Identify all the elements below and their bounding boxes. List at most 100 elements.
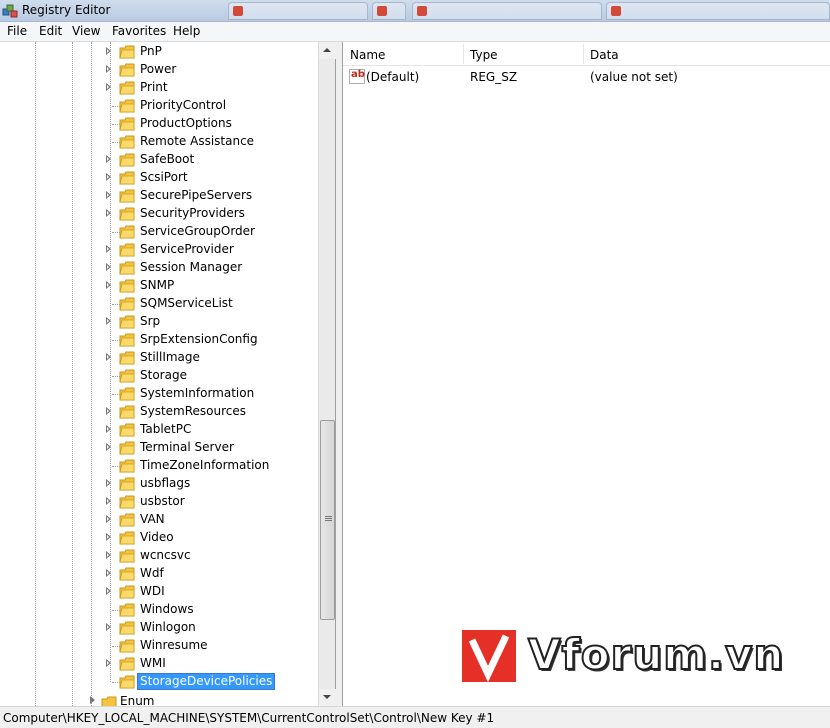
- folder-icon: [119, 81, 135, 95]
- tree-item-label: SNMP: [140, 278, 175, 292]
- tree-item-label: Video: [140, 530, 174, 544]
- tree-item[interactable]: Print: [0, 79, 318, 97]
- tree-item-label: WMI: [140, 656, 166, 670]
- background-tab: [228, 2, 368, 20]
- tree-item-label: StillImage: [140, 350, 200, 364]
- tree-item[interactable]: Terminal Server: [0, 439, 318, 457]
- tree-item[interactable]: ServiceGroupOrder: [0, 223, 318, 241]
- list-row[interactable]: ab (Default) REG_SZ (value not set): [343, 68, 830, 86]
- tree-item[interactable]: SystemResources: [0, 403, 318, 421]
- menu-file[interactable]: File: [7, 24, 27, 38]
- tree-item-label: usbstor: [140, 494, 185, 508]
- tree-item-editing[interactable]: StorageDevicePolicies: [0, 673, 318, 691]
- tree-item[interactable]: usbflags: [0, 475, 318, 493]
- tree-item[interactable]: SQMServiceList: [0, 295, 318, 313]
- expand-arrow-icon[interactable]: [106, 245, 111, 253]
- value-name: (Default): [366, 70, 420, 84]
- tree-item[interactable]: WDI: [0, 583, 318, 601]
- tree-item[interactable]: Power: [0, 61, 318, 79]
- expand-arrow-icon[interactable]: [106, 515, 111, 523]
- expand-arrow-icon[interactable]: [106, 317, 111, 325]
- expand-arrow-icon[interactable]: [106, 173, 111, 181]
- expand-arrow-icon[interactable]: [106, 587, 111, 595]
- tree-item[interactable]: Remote Assistance: [0, 133, 318, 151]
- tree-item-enum[interactable]: Enum: [0, 694, 318, 706]
- values-list[interactable]: Name Type Data ab (Default) REG_SZ (valu…: [342, 42, 830, 706]
- expand-arrow-icon[interactable]: [106, 569, 111, 577]
- tree-item-label: Remote Assistance: [140, 134, 255, 148]
- tree-item[interactable]: SystemInformation: [0, 385, 318, 403]
- expand-arrow-icon[interactable]: [106, 407, 111, 415]
- expand-arrow-icon[interactable]: [106, 47, 111, 55]
- expand-arrow-icon[interactable]: [106, 191, 111, 199]
- tree-item[interactable]: Winresume: [0, 637, 318, 655]
- tree-item[interactable]: Winlogon: [0, 619, 318, 637]
- tree-item-label: Terminal Server: [140, 440, 234, 454]
- tree-item-label: TimeZoneInformation: [140, 458, 270, 472]
- tree-item-label: Wdf: [140, 566, 164, 580]
- tree-item[interactable]: TimeZoneInformation: [0, 457, 318, 475]
- tree-item[interactable]: PriorityControl: [0, 97, 318, 115]
- expand-arrow-icon[interactable]: [106, 155, 111, 163]
- expand-arrow-icon[interactable]: [106, 659, 111, 667]
- tree-item[interactable]: PnP: [0, 43, 318, 61]
- expand-arrow-icon[interactable]: [106, 533, 111, 541]
- tree-item[interactable]: SecurePipeServers: [0, 187, 318, 205]
- tree-item[interactable]: Storage: [0, 367, 318, 385]
- tree-item[interactable]: Srp: [0, 313, 318, 331]
- expand-arrow-icon[interactable]: [106, 281, 111, 289]
- menu-help[interactable]: Help: [173, 24, 200, 38]
- expand-arrow-icon[interactable]: [106, 353, 111, 361]
- tree-item[interactable]: SNMP: [0, 277, 318, 295]
- tree-item-label: Srp: [140, 314, 161, 328]
- folder-icon: [119, 45, 135, 59]
- expand-arrow-icon[interactable]: [106, 551, 111, 559]
- expand-arrow-icon[interactable]: [106, 623, 111, 631]
- tree-item-label: ProductOptions: [140, 116, 232, 130]
- tree-item-label: SecurePipeServers: [140, 188, 253, 202]
- tree-item[interactable]: ProductOptions: [0, 115, 318, 133]
- folder-icon: [119, 99, 135, 113]
- menu-favorites[interactable]: Favorites: [112, 24, 166, 38]
- tree-item[interactable]: SecurityProviders: [0, 205, 318, 223]
- scroll-up-button[interactable]: [319, 42, 336, 59]
- expand-arrow-icon[interactable]: [106, 443, 111, 451]
- expand-arrow-icon[interactable]: [106, 83, 111, 91]
- scroll-down-button[interactable]: [319, 689, 336, 706]
- tree-item[interactable]: SafeBoot: [0, 151, 318, 169]
- rename-input[interactable]: StorageDevicePolicies: [137, 673, 276, 690]
- folder-icon: [119, 63, 135, 77]
- tree-item[interactable]: SrpExtensionConfig: [0, 331, 318, 349]
- expand-arrow-icon[interactable]: [106, 497, 111, 505]
- tree-item[interactable]: StillImage: [0, 349, 318, 367]
- column-header-type[interactable]: Type: [470, 48, 498, 62]
- tree-item[interactable]: Wdf: [0, 565, 318, 583]
- tree-item[interactable]: VAN: [0, 511, 318, 529]
- tree-item[interactable]: ServiceProvider: [0, 241, 318, 259]
- tree-item-label: SystemInformation: [140, 386, 255, 400]
- expand-arrow-icon[interactable]: [106, 263, 111, 271]
- folder-icon: [119, 135, 135, 149]
- folder-icon: [119, 189, 135, 203]
- folder-icon: [119, 603, 135, 617]
- tree-scrollbar[interactable]: [318, 42, 336, 706]
- column-header-name[interactable]: Name: [350, 48, 385, 62]
- tree-item[interactable]: TabletPC: [0, 421, 318, 439]
- expand-arrow-icon[interactable]: [106, 425, 111, 433]
- menu-edit[interactable]: Edit: [39, 24, 62, 38]
- tree-item[interactable]: Video: [0, 529, 318, 547]
- tree-item[interactable]: Session Manager: [0, 259, 318, 277]
- expand-arrow-icon[interactable]: [106, 65, 111, 73]
- menu-view[interactable]: View: [72, 24, 100, 38]
- tree-item[interactable]: wcncsvc: [0, 547, 318, 565]
- tree-item[interactable]: usbstor: [0, 493, 318, 511]
- registry-tree[interactable]: PnP Power Print PriorityControl ProductOptio…: [0, 42, 336, 706]
- scroll-thumb[interactable]: [320, 420, 335, 620]
- watermark-text: Vforum.vn: [527, 629, 785, 680]
- expand-arrow-icon[interactable]: [106, 479, 111, 487]
- tree-item[interactable]: WMI: [0, 655, 318, 673]
- expand-arrow-icon[interactable]: [106, 209, 111, 217]
- column-header-data[interactable]: Data: [590, 48, 619, 62]
- tree-item[interactable]: Windows: [0, 601, 318, 619]
- tree-item[interactable]: ScsiPort: [0, 169, 318, 187]
